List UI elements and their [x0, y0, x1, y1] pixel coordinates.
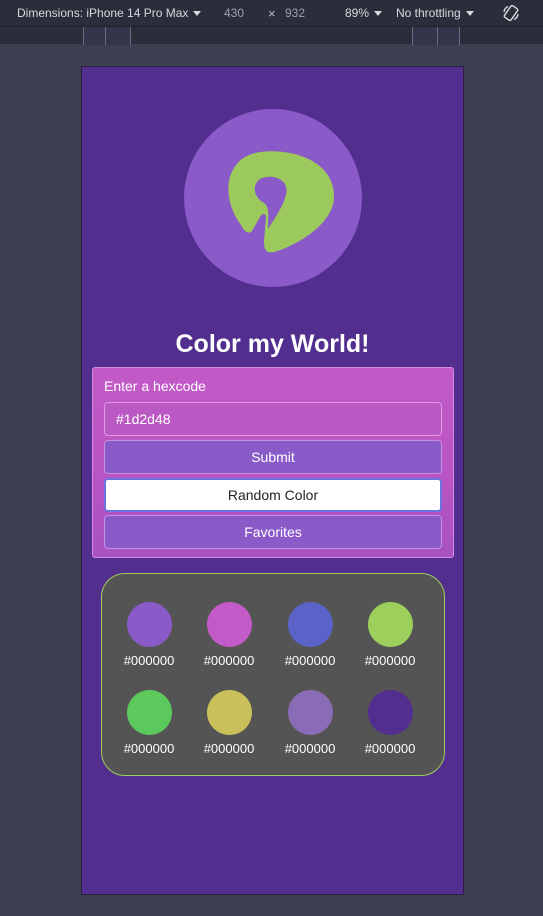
- hexcode-label: Enter a hexcode: [104, 378, 206, 394]
- height-field[interactable]: 932: [285, 0, 305, 26]
- logo-mark-icon: [228, 151, 334, 253]
- favorites-button[interactable]: Favorites: [104, 515, 442, 549]
- favorites-panel: #000000 #000000 #000000 #000000 #000000 …: [101, 573, 445, 776]
- color-swatch[interactable]: [126, 690, 172, 735]
- swatch-item[interactable]: #000000: [189, 602, 269, 668]
- hexcode-input[interactable]: [104, 402, 442, 436]
- width-field[interactable]: 430: [224, 0, 244, 26]
- swatch-label: #000000: [364, 741, 416, 756]
- random-color-button[interactable]: Random Color: [104, 478, 442, 512]
- dimensions-label: Dimensions: iPhone 14 Pro Max: [17, 6, 189, 20]
- color-swatch[interactable]: [287, 690, 333, 735]
- color-swatch[interactable]: [287, 602, 333, 647]
- swatch-label: #000000: [284, 653, 336, 668]
- zoom-label: 89%: [345, 6, 370, 20]
- chevron-down-icon: [193, 10, 202, 16]
- swatch-label: #000000: [123, 741, 175, 756]
- swatch-item[interactable]: #000000: [270, 602, 350, 668]
- hex-form: Enter a hexcode Submit Random Color Favo…: [92, 367, 454, 558]
- swatch-item[interactable]: #000000: [350, 602, 430, 668]
- zoom-dropdown[interactable]: 89%: [345, 0, 383, 26]
- swatch-label: #000000: [203, 741, 255, 756]
- logo: [184, 109, 362, 287]
- throttle-dropdown[interactable]: No throttling: [396, 0, 474, 26]
- chevron-down-icon: [374, 10, 383, 16]
- swatch-item[interactable]: #000000: [109, 690, 189, 756]
- submit-button[interactable]: Submit: [104, 440, 442, 474]
- color-swatch[interactable]: [206, 602, 252, 647]
- swatch-item[interactable]: #000000: [350, 690, 430, 756]
- swatch-item[interactable]: #000000: [270, 690, 350, 756]
- dimension-separator: ×: [268, 5, 276, 21]
- chevron-down-icon: [465, 10, 474, 16]
- color-swatch[interactable]: [206, 690, 252, 735]
- throttle-label: No throttling: [396, 6, 461, 20]
- swatch-item[interactable]: #000000: [189, 690, 269, 756]
- swatch-label: #000000: [364, 653, 416, 668]
- rotate-icon[interactable]: [502, 0, 520, 26]
- device-viewport: Color my World! Enter a hexcode Submit R…: [81, 66, 464, 895]
- color-swatch[interactable]: [126, 602, 172, 647]
- swatch-label: #000000: [203, 653, 255, 668]
- devtools-toolbar: Dimensions: iPhone 14 Pro Max 430 × 932 …: [0, 0, 543, 26]
- page-title: Color my World!: [175, 330, 370, 358]
- color-swatch[interactable]: [367, 690, 413, 735]
- color-swatch[interactable]: [367, 602, 413, 647]
- swatch-label: #000000: [123, 653, 175, 668]
- media-query-ruler: [0, 26, 543, 45]
- dimensions-dropdown[interactable]: Dimensions: iPhone 14 Pro Max: [17, 0, 202, 26]
- swatch-label: #000000: [284, 741, 336, 756]
- swatch-item[interactable]: #000000: [109, 602, 189, 668]
